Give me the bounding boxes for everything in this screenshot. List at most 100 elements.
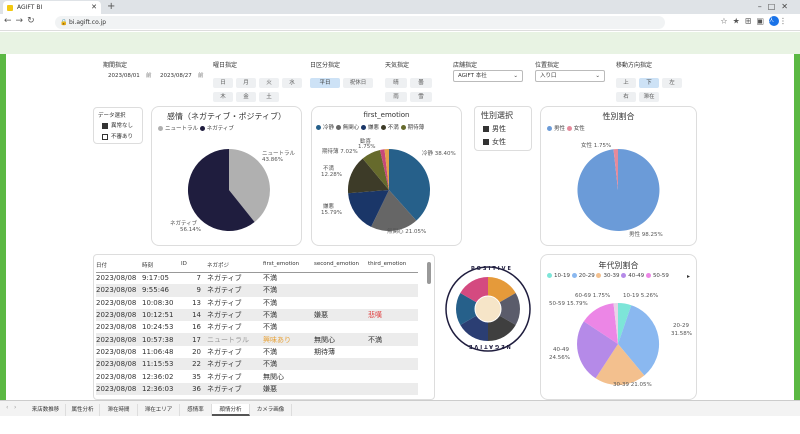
table-row[interactable]: 2023/08/08 12:36:02 35 ネガティブ 無関心: [96, 370, 418, 382]
legend-dot: [400, 125, 406, 130]
tab-stay-time[interactable]: 滞在時間: [100, 404, 138, 416]
neutral-pct: 43.86%: [262, 157, 283, 163]
direction-stay[interactable]: 滞在: [639, 92, 659, 102]
table-row[interactable]: 2023/08/08 9:17:05 7 ネガティブ 不満: [96, 272, 418, 284]
direction-right[interactable]: 右: [616, 92, 636, 102]
table-row[interactable]: 2023/08/08 10:12:51 14 ネガティブ 不満 嫌悪 悲嘆: [96, 308, 418, 322]
nav-buttons[interactable]: ←→↻: [4, 16, 39, 26]
tab-emotion-rate[interactable]: 感情率: [180, 404, 212, 416]
legend-next-icon[interactable]: ▸: [687, 273, 690, 280]
cell-first: 不満: [263, 274, 277, 283]
store-dropdown[interactable]: AGIFT 本社 ⌄: [453, 70, 523, 82]
gender-select-card: 性別選択 男性 女性: [474, 106, 532, 151]
tab-face-analysis[interactable]: 顔情分析: [212, 404, 250, 416]
position-label: 位置指定: [535, 62, 560, 69]
checkbox-icon[interactable]: [483, 139, 489, 145]
legend-negative: ネガティブ: [206, 126, 234, 132]
window-controls[interactable]: –□✕: [758, 0, 794, 14]
gender-male-option[interactable]: 男性: [483, 124, 506, 134]
daytype-holiday[interactable]: 祝休日: [343, 78, 373, 88]
close-icon[interactable]: ✕: [91, 1, 97, 14]
avatar[interactable]: 人: [769, 16, 779, 26]
period-from[interactable]: 2023/08/01: [108, 71, 140, 82]
url-input[interactable]: 🔒 bi.agift.co.jp: [55, 16, 665, 29]
weekday-fri[interactable]: 金: [236, 92, 256, 102]
col-third-emotion[interactable]: third_emotion: [368, 258, 418, 273]
weekday-thu[interactable]: 木: [213, 92, 233, 102]
browser-tab[interactable]: AGIFT BI ✕: [3, 1, 101, 14]
legend-dot: [621, 273, 627, 278]
gender-female-option[interactable]: 女性: [483, 137, 506, 147]
indifferent-label: 無関心 21.05%: [387, 229, 427, 235]
pie-slice-male[interactable]: [577, 148, 660, 231]
col-id[interactable]: ID: [181, 258, 207, 273]
weather-snow[interactable]: 雪: [410, 92, 432, 102]
male-label: 男性 98.25%: [629, 232, 663, 238]
position-dropdown[interactable]: 入り口 ⌄: [535, 70, 605, 82]
daytype-weekday[interactable]: 平日: [310, 78, 340, 88]
tab-camera-images[interactable]: カメラ画像: [250, 404, 292, 416]
emotion-card: 感情（ネガティブ・ポジティブ） ニュートラル ネガティブ ニュートラル 43.8…: [151, 106, 302, 246]
cell-second: 嫌悪: [314, 308, 368, 322]
checkbox-icon[interactable]: [483, 126, 489, 132]
tab-stay-area[interactable]: 滞在エリア: [138, 404, 180, 416]
cell-second: [314, 284, 368, 297]
table-row[interactable]: 2023/08/08 10:24:53 16 ネガティブ 不満: [96, 321, 418, 333]
checkbox-icon[interactable]: [102, 122, 108, 129]
cell-id: 13: [192, 298, 201, 307]
cell-id: 7: [196, 274, 201, 283]
tab-attributes[interactable]: 属性分析: [66, 404, 100, 416]
cell-negapos: ネガティブ: [207, 382, 263, 395]
table-row[interactable]: 2023/08/08 10:57:38 17 ニュートラル 興味あり 無関心 不満: [96, 333, 418, 346]
age-pie[interactable]: [576, 301, 660, 387]
table-row[interactable]: 2023/08/08 11:15:53 22 ネガティブ 不満: [96, 358, 418, 371]
legend-dot: [596, 273, 602, 278]
emotion-pie[interactable]: [187, 147, 271, 233]
weekday-sat[interactable]: 土: [259, 92, 279, 102]
tabs-prev-icon[interactable]: ‹: [6, 404, 8, 411]
direction-left[interactable]: 左: [662, 78, 682, 88]
col-time[interactable]: 時刻: [142, 258, 181, 273]
calm-label: 冷静 38.40%: [422, 151, 456, 157]
col-negapos[interactable]: ネガポジ: [207, 258, 263, 273]
wheel-center: [474, 295, 502, 323]
checkbox-icon[interactable]: [102, 133, 108, 140]
detail-table-wrapper: 日付 時刻 ID ネガポジ first_emotion second_emoti…: [96, 258, 421, 398]
weather-rain[interactable]: 雨: [385, 92, 407, 102]
address-bar: ←→↻ 🔒 bi.agift.co.jp ☆★⊞▣人⋮: [0, 14, 800, 31]
wheel-negative-text: NEGATIVE: [467, 343, 511, 349]
table-row[interactable]: 2023/08/08 9:55:46 9 ネガティブ 不満: [96, 284, 418, 297]
legend-age-20: 20-29: [578, 273, 595, 279]
tab-visitors[interactable]: 来店数推移: [26, 404, 66, 416]
col-first-emotion[interactable]: first_emotion: [263, 258, 314, 273]
table-row[interactable]: 2023/08/08 11:06:48 20 ネガティブ 不満 期待薄: [96, 346, 418, 358]
cell-first: 不満: [263, 323, 277, 332]
data-select-ok-label: 異常なし: [111, 123, 134, 129]
data-select-title: データ選択: [98, 113, 126, 119]
cell-id: 17: [181, 333, 207, 346]
col-date[interactable]: 日付: [96, 258, 142, 273]
cell-negapos: ニュートラル: [207, 333, 263, 346]
legend-age-10: 10-19: [554, 273, 570, 279]
data-select-suspicious-label: 不審あり: [111, 134, 134, 140]
legend-dot: [645, 273, 651, 278]
gender-male-label: 男性: [492, 125, 506, 133]
period-to[interactable]: 2023/08/27: [160, 71, 192, 82]
table-row[interactable]: 2023/08/08 10:08:30 13 ネガティブ 不満: [96, 297, 418, 309]
col-second-emotion[interactable]: second_emotion: [314, 258, 368, 273]
disgust-label: 嫌悪: [323, 204, 335, 210]
legend-calm: 冷静: [323, 125, 335, 131]
data-select-ok[interactable]: 異常なし: [102, 121, 133, 129]
cell-date: 2023/08/08: [96, 323, 137, 332]
new-tab-button[interactable]: +: [107, 0, 115, 14]
table-row[interactable]: 2023/08/08 12:36:03 36 ネガティブ 嫌悪: [96, 382, 418, 395]
browser-toolbar-icons[interactable]: ☆★⊞▣人⋮: [720, 16, 792, 26]
data-select-suspicious[interactable]: 不審あり: [102, 132, 133, 140]
gender-pie[interactable]: [576, 147, 660, 233]
table-scrollbar[interactable]: [427, 262, 431, 284]
url-text: bi.agift.co.jp: [69, 19, 107, 26]
gender-ratio-card: 性別割合 男性 女性 女性 1.75% 男性 98.25%: [540, 106, 697, 246]
cell-time: 10:57:38: [142, 333, 181, 346]
first-emotion-pie[interactable]: [347, 147, 431, 233]
tabs-next-icon[interactable]: ›: [14, 404, 16, 411]
